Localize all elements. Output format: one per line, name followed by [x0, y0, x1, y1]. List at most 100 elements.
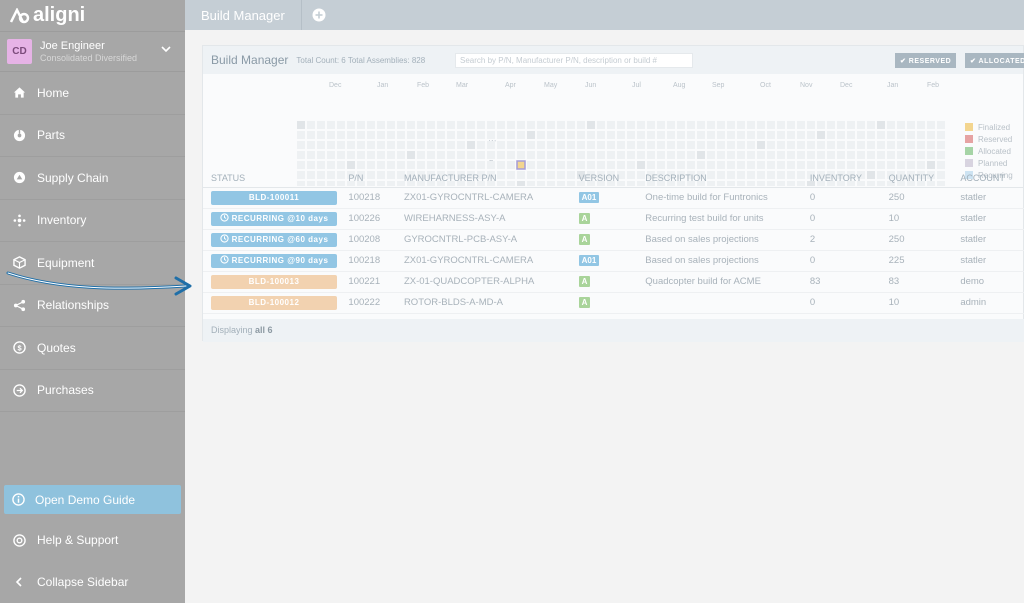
calendar-cell[interactable] — [767, 161, 775, 169]
calendar-cell[interactable] — [867, 141, 875, 149]
calendar-cell[interactable] — [627, 151, 635, 159]
calendar-cell[interactable] — [397, 161, 405, 169]
calendar-cell[interactable] — [677, 141, 685, 149]
calendar-cell[interactable] — [527, 161, 535, 169]
allocated-filter-button[interactable]: ✔ ALLOCATED — [965, 53, 1024, 68]
calendar-cell[interactable] — [497, 121, 505, 129]
calendar-cell[interactable] — [427, 151, 435, 159]
table-row[interactable]: RECURRING @60 days 100208 GYROCNTRL-PCB-AS… — [203, 229, 1024, 251]
column-header-manufacturer-p-n[interactable]: MANUFACTURER P/N — [403, 170, 579, 188]
calendar-cell[interactable] — [307, 141, 315, 149]
sidebar-item-home[interactable]: Home — [0, 72, 185, 115]
calendar-cell[interactable] — [487, 141, 495, 149]
calendar-cell[interactable] — [557, 131, 565, 139]
calendar-cell[interactable] — [597, 131, 605, 139]
calendar-cell[interactable] — [807, 131, 815, 139]
calendar-cell[interactable] — [537, 141, 545, 149]
calendar-cell[interactable] — [417, 151, 425, 159]
calendar-cell[interactable] — [577, 161, 585, 169]
calendar-cell[interactable] — [307, 131, 315, 139]
calendar-cell[interactable] — [577, 141, 585, 149]
calendar-cell[interactable] — [937, 131, 945, 139]
calendar-cell[interactable] — [577, 151, 585, 159]
calendar-cell[interactable] — [367, 151, 375, 159]
calendar-cell[interactable] — [787, 131, 795, 139]
calendar-cell[interactable] — [867, 161, 875, 169]
column-header-quantity[interactable]: QUANTITY — [888, 170, 961, 188]
calendar-cell[interactable] — [397, 131, 405, 139]
calendar-cell[interactable] — [477, 151, 485, 159]
calendar-cell[interactable] — [667, 121, 675, 129]
calendar-cell[interactable] — [877, 161, 885, 169]
calendar-cell[interactable] — [747, 141, 755, 149]
calendar-cell[interactable] — [727, 141, 735, 149]
add-tab-icon[interactable] — [312, 8, 326, 22]
calendar-cell[interactable] — [857, 151, 865, 159]
search-input[interactable]: Search by P/N, Manufacturer P/N, descrip… — [455, 53, 693, 68]
calendar-cell[interactable] — [757, 121, 765, 129]
calendar-cell[interactable] — [757, 151, 765, 159]
calendar-cell[interactable] — [897, 151, 905, 159]
calendar-cell[interactable] — [337, 121, 345, 129]
calendar-cell[interactable] — [717, 121, 725, 129]
calendar-cell[interactable] — [417, 161, 425, 169]
calendar-cell[interactable] — [607, 141, 615, 149]
calendar-cell[interactable] — [377, 151, 385, 159]
calendar-cell[interactable] — [597, 161, 605, 169]
calendar-cell[interactable] — [637, 151, 645, 159]
calendar-cell[interactable] — [467, 161, 475, 169]
calendar-cell[interactable] — [807, 141, 815, 149]
calendar-cell[interactable] — [587, 161, 595, 169]
calendar-cell[interactable] — [387, 131, 395, 139]
column-header-status[interactable]: STATUS — [203, 170, 349, 188]
calendar-cell[interactable] — [827, 131, 835, 139]
calendar-cell[interactable] — [397, 141, 405, 149]
calendar-cell[interactable] — [707, 151, 715, 159]
calendar-cell[interactable] — [697, 131, 705, 139]
calendar-cell[interactable] — [587, 151, 595, 159]
calendar-cell[interactable] — [467, 121, 475, 129]
calendar-cell[interactable] — [787, 121, 795, 129]
calendar-cell[interactable] — [587, 131, 595, 139]
calendar-cell[interactable] — [627, 161, 635, 169]
table-row[interactable]: RECURRING @90 days 100218 ZX01-GYROCNTRL-C… — [203, 250, 1024, 272]
calendar-cell[interactable] — [767, 141, 775, 149]
calendar-cell[interactable] — [687, 131, 695, 139]
calendar-cell[interactable] — [367, 141, 375, 149]
calendar-cell[interactable] — [607, 161, 615, 169]
calendar-cell[interactable] — [367, 131, 375, 139]
calendar-cell[interactable] — [647, 141, 655, 149]
calendar-cell[interactable] — [837, 141, 845, 149]
calendar-cell[interactable] — [877, 151, 885, 159]
calendar-cell[interactable] — [617, 161, 625, 169]
calendar-cell[interactable] — [457, 131, 465, 139]
calendar-cell[interactable] — [727, 151, 735, 159]
calendar-cell[interactable] — [667, 151, 675, 159]
calendar-cell[interactable] — [547, 121, 555, 129]
calendar-cell[interactable] — [597, 121, 605, 129]
calendar-cell[interactable] — [797, 151, 805, 159]
calendar-cell[interactable] — [617, 151, 625, 159]
reserved-filter-button[interactable]: ✔ RESERVED — [895, 53, 957, 68]
calendar-cell[interactable] — [517, 141, 525, 149]
calendar-cell[interactable] — [417, 141, 425, 149]
calendar-cell[interactable] — [637, 161, 645, 169]
user-switcher[interactable]: CD Joe Engineer Consolidated Diversified — [0, 32, 185, 72]
calendar-cell[interactable] — [467, 141, 475, 149]
calendar-cell[interactable] — [687, 151, 695, 159]
calendar-cell[interactable] — [647, 161, 655, 169]
calendar-cell[interactable] — [437, 161, 445, 169]
calendar-cell[interactable] — [667, 131, 675, 139]
calendar-cell[interactable] — [697, 141, 705, 149]
calendar-cell[interactable] — [437, 131, 445, 139]
calendar-cell[interactable] — [837, 151, 845, 159]
table-row[interactable]: BLD-100011 100218 ZX01-GYROCNTRL-CAMERA A01… — [203, 187, 1024, 209]
calendar-cell[interactable] — [647, 121, 655, 129]
calendar-cell[interactable] — [377, 131, 385, 139]
calendar-cell[interactable] — [737, 131, 745, 139]
calendar-cell[interactable] — [477, 121, 485, 129]
calendar-cell[interactable] — [717, 131, 725, 139]
calendar-cell[interactable] — [737, 161, 745, 169]
open-demo-guide-button[interactable]: Open Demo Guide — [4, 485, 181, 514]
calendar-cell[interactable] — [687, 121, 695, 129]
